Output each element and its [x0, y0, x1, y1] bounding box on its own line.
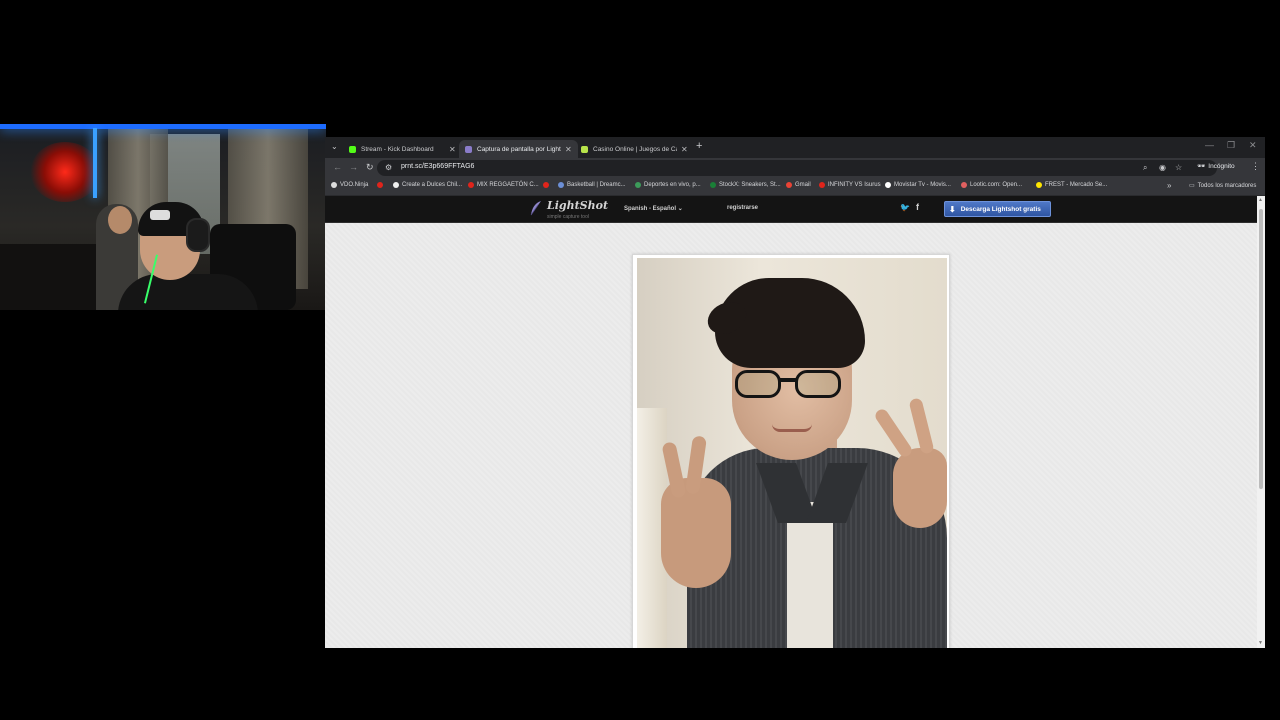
gmail-icon [786, 182, 792, 188]
movistar-icon [885, 182, 891, 188]
bookmark-gmail[interactable]: Gmail [786, 182, 811, 188]
bookmark-mercado[interactable]: FREST - Mercado Se... [1036, 182, 1107, 188]
chevron-down-icon: ⌄ [677, 206, 683, 212]
bookmark-vdoninja[interactable]: VDO.Ninja [331, 182, 368, 188]
back-icon[interactable]: ← [333, 162, 342, 172]
tab-lightshot[interactable]: Captura de pantalla por Lightsh ✕ [459, 140, 578, 158]
bookmark-label: Movistar Tv - Movis... [894, 182, 951, 188]
minimize-icon[interactable]: — [1205, 140, 1214, 150]
tracking-eye-icon[interactable]: ◉ [1159, 163, 1166, 172]
vdoninja-icon [331, 182, 337, 188]
download-button-label: Descarga Lightshot gratis [960, 205, 1041, 213]
lightshot-favicon-icon [465, 145, 472, 153]
address-bar[interactable]: ⚙ prnt.sc/E3p669FFTAG6 ⌕ ◉ ☆ [377, 160, 1217, 176]
screenshot-image[interactable] [637, 258, 947, 648]
tab-kick-dashboard[interactable]: Stream - Kick Dashboard ✕ [343, 140, 462, 158]
lightshot-header: LightShot simple capture tool Spanish - E… [325, 196, 1257, 223]
bookmark-movistar[interactable]: Movistar Tv - Movis... [885, 182, 951, 188]
tab-search-icon[interactable]: ⌄ [331, 142, 338, 151]
mercadolibre-icon [1036, 182, 1042, 188]
scroll-down-icon[interactable]: ▼ [1258, 640, 1263, 646]
site-info-icon[interactable]: ⚙ [385, 163, 392, 172]
new-tab-icon[interactable]: + [696, 140, 702, 152]
incognito-label: Incógnito [1208, 162, 1235, 170]
bookmark-youtube-2[interactable] [543, 182, 549, 188]
zoom-icon[interactable]: ⌕ [1143, 163, 1147, 173]
tab-title: Stream - Kick Dashboard [361, 145, 434, 153]
close-tab-icon[interactable]: ✕ [449, 145, 456, 154]
youtube-icon [468, 182, 474, 188]
bookmarks-bar: VDO.Ninja Create a Dulces Chil... MIX RE… [325, 178, 1265, 196]
maximize-icon[interactable]: ❐ [1227, 140, 1235, 151]
page-content: LightShot simple capture tool Spanish - E… [325, 196, 1257, 648]
bookmark-youtube[interactable] [377, 182, 383, 188]
url-text: prnt.sc/E3p669FFTAG6 [401, 163, 475, 170]
close-tab-icon[interactable]: ✕ [565, 145, 572, 154]
bookmark-label: MIX REGGAETÓN C... [477, 182, 539, 188]
browser-menu-icon[interactable]: ⋮ [1251, 161, 1260, 172]
youtube-icon [819, 182, 825, 188]
logo-slogan: simple capture tool [547, 214, 589, 220]
youtube-icon [543, 182, 549, 188]
tab-casino[interactable]: Casino Online | Juegos de Casi ✕ [575, 140, 694, 158]
youtube-icon [377, 182, 383, 188]
bookmark-star-icon[interactable]: ☆ [1175, 163, 1182, 172]
language-selector[interactable]: Spanish - Español ⌄ [624, 205, 683, 212]
bookmark-stockx[interactable]: StockX: Sneakers, St... [710, 182, 781, 188]
screenshot-frame [632, 254, 950, 648]
bookmark-label: INFINITY VS Isurus [828, 182, 881, 188]
close-window-icon[interactable]: ✕ [1249, 140, 1257, 151]
browser-window: ⌄ Stream - Kick Dashboard ✕ Captura de p… [325, 137, 1265, 648]
bookmark-mix-reggaeton[interactable]: MIX REGGAETÓN C... [468, 182, 539, 188]
kick-favicon-icon [349, 145, 356, 153]
scroll-up-icon[interactable]: ▲ [1258, 197, 1263, 203]
download-icon: ⬇ [949, 204, 956, 214]
folder-icon: ▭ [1189, 183, 1195, 189]
all-bookmarks-label: Todos los marcadores [1197, 182, 1257, 189]
scrollbar-thumb[interactable] [1259, 209, 1263, 489]
tab-title: Captura de pantalla por Lightsh [477, 145, 561, 153]
stream-stage: ⌄ Stream - Kick Dashboard ✕ Captura de p… [0, 0, 1280, 720]
twitter-icon[interactable]: 🐦 [900, 203, 910, 212]
bookmark-label: StockX: Sneakers, St... [719, 182, 781, 188]
forward-icon[interactable]: → [349, 162, 358, 172]
incognito-icon: 🕶 [1197, 163, 1206, 170]
basketball-icon [558, 182, 564, 188]
logo-text: LightShot [547, 199, 609, 212]
sports-icon [635, 182, 641, 188]
bookmark-label: Basketball | Dreamc... [567, 182, 626, 188]
lightshot-logo[interactable]: LightShot simple capture tool [529, 200, 608, 223]
page-icon [393, 182, 399, 188]
language-label: Spanish - Español [624, 206, 677, 212]
feather-icon [530, 201, 541, 216]
bookmark-basketball[interactable]: Basketball | Dreamc... [558, 182, 626, 188]
bookmark-label: Gmail [795, 182, 811, 188]
tab-strip: ⌄ Stream - Kick Dashboard ✕ Captura de p… [325, 137, 1265, 158]
more-bookmarks-icon[interactable]: » [1167, 181, 1171, 190]
reload-icon[interactable]: ↻ [366, 162, 374, 173]
webcam-overlay [0, 124, 326, 310]
bookmark-infinity[interactable]: INFINITY VS Isurus [819, 182, 881, 188]
bookmark-dulces[interactable]: Create a Dulces Chil... [393, 182, 462, 188]
stockx-icon [710, 182, 716, 188]
all-bookmarks[interactable]: ▭ Todos los marcadores [1189, 182, 1257, 190]
tab-title: Casino Online | Juegos de Casi [593, 145, 677, 153]
register-link[interactable]: registrarse [727, 205, 758, 211]
bookmark-label: Lootic.com: Open... [970, 182, 1023, 188]
bookmark-label: Create a Dulces Chil... [402, 182, 463, 188]
download-lightshot-button[interactable]: ⬇ Descarga Lightshot gratis [944, 201, 1051, 217]
bookmark-label: Deportes en vivo, p... [644, 182, 701, 188]
bookmark-deportes[interactable]: Deportes en vivo, p... [635, 182, 701, 188]
bookmark-label: VDO.Ninja [340, 182, 369, 188]
bookmark-label: FREST - Mercado Se... [1045, 182, 1108, 188]
lootic-icon [961, 182, 967, 188]
casino-favicon-icon [581, 145, 588, 153]
close-tab-icon[interactable]: ✕ [681, 145, 688, 154]
facebook-icon[interactable]: f [916, 202, 919, 212]
incognito-indicator[interactable]: 🕶 Incógnito [1197, 162, 1235, 171]
browser-toolbar: ← → ↻ ⚙ prnt.sc/E3p669FFTAG6 ⌕ ◉ ☆ 🕶 Inc… [325, 158, 1265, 178]
bookmark-lootic[interactable]: Lootic.com: Open... [961, 182, 1022, 188]
